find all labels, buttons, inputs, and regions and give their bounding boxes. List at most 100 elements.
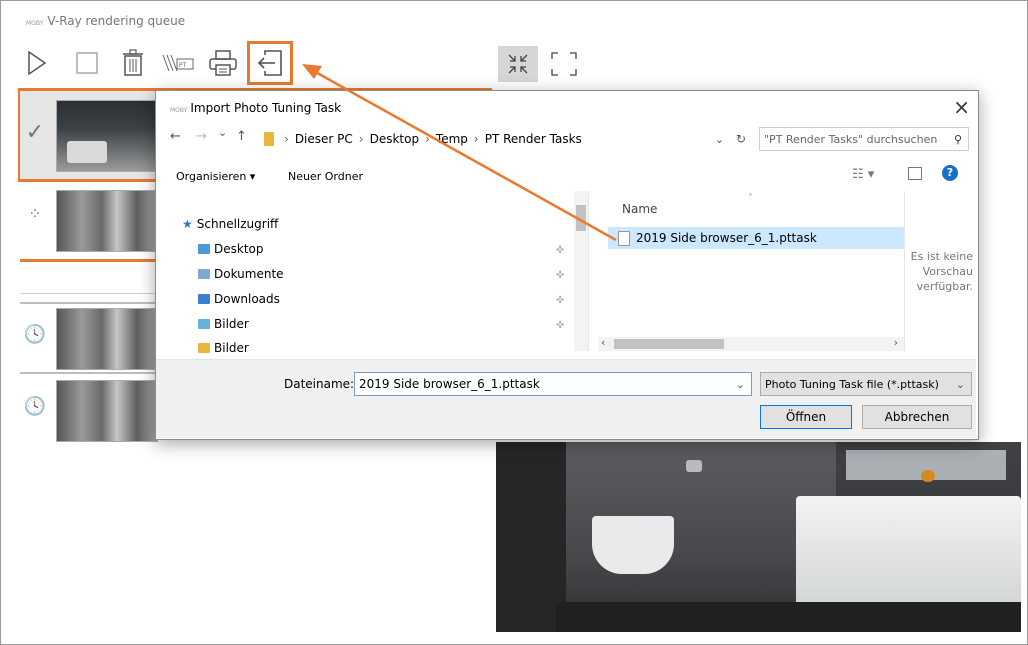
- quick-access-item[interactable]: ★ Schnellzugriff: [182, 217, 278, 231]
- breadcrumb-item[interactable]: PT Render Tasks: [485, 132, 582, 146]
- new-folder-button[interactable]: Neuer Ordner: [288, 170, 363, 183]
- nav-item-pictures[interactable]: Bilder: [198, 317, 249, 331]
- nav-item-downloads[interactable]: Downloads: [198, 292, 280, 306]
- nav-item-label: Desktop: [214, 242, 264, 256]
- address-dropdown-icon[interactable]: ⌄: [715, 133, 724, 146]
- filetype-dropdown-icon: ⌄: [955, 377, 965, 391]
- breadcrumb-separator: ›: [284, 132, 289, 146]
- clock-icon: 🕓: [23, 396, 47, 416]
- queue-thumbnail: [56, 380, 158, 442]
- up-button[interactable]: ↑: [236, 129, 247, 144]
- play-button[interactable]: [22, 46, 52, 80]
- nav-scrollbar[interactable]: [574, 191, 588, 351]
- photo-tuning-icon: PT: [162, 54, 194, 72]
- breadcrumb-item[interactable]: Dieser PC: [295, 132, 353, 146]
- dialog-title-text: Import Photo Tuning Task: [190, 101, 342, 115]
- queue-thumbnail: [56, 100, 158, 172]
- filetype-select[interactable]: Photo Tuning Task file (*.pttask) ⌄: [760, 372, 972, 396]
- fullscreen-button[interactable]: [544, 46, 584, 82]
- nav-item-label: Bilder: [214, 341, 249, 355]
- filetype-value: Photo Tuning Task file (*.pttask): [765, 377, 939, 391]
- documents-folder-icon: [198, 269, 210, 279]
- pin-icon: ✜: [556, 245, 565, 256]
- file-item[interactable]: 2019 Side browser_6_1.pttask: [608, 227, 904, 249]
- pin-icon: ✜: [556, 320, 565, 331]
- import-dialog: MOBY Import Photo Tuning Task × ← → ⌄ ↑ ›…: [155, 90, 979, 440]
- divider: [20, 293, 156, 294]
- scroll-left-icon[interactable]: ‹: [601, 336, 605, 349]
- help-icon[interactable]: ?: [942, 165, 958, 181]
- filename-dropdown-icon[interactable]: ⌄: [736, 378, 745, 391]
- folder-icon: [264, 132, 274, 146]
- forward-button[interactable]: →: [196, 129, 207, 144]
- app-title: MOBY V-Ray rendering queue: [26, 14, 185, 28]
- trash-icon: [123, 49, 143, 76]
- import-button[interactable]: [253, 46, 287, 80]
- dialog-footer: Dateiname: 2019 Side browser_6_1.pttask …: [156, 359, 976, 438]
- delete-button[interactable]: [118, 46, 148, 80]
- stop-icon: [76, 52, 98, 74]
- organize-menu[interactable]: Organisieren ▾: [176, 170, 255, 183]
- horizontal-scrollbar-thumb[interactable]: [614, 339, 724, 349]
- collapse-view-button[interactable]: [498, 46, 538, 82]
- preview-pane-icon[interactable]: [908, 167, 922, 180]
- search-input[interactable]: "PT Render Tasks" durchsuchen ⚲: [759, 127, 969, 151]
- scroll-right-icon[interactable]: ›: [894, 336, 898, 349]
- svg-text:PT: PT: [179, 62, 187, 69]
- back-button[interactable]: ←: [170, 129, 181, 144]
- open-button[interactable]: Öffnen: [760, 405, 852, 429]
- queue-thumbnail: [56, 308, 158, 370]
- collapse-icon: [508, 54, 528, 74]
- horizontal-scrollbar[interactable]: ‹ ›: [598, 336, 904, 351]
- breadcrumb-item[interactable]: Desktop: [370, 132, 420, 146]
- view-options-icon[interactable]: ☷ ▾: [852, 167, 874, 182]
- play-icon: [28, 50, 47, 76]
- address-bar[interactable]: › Dieser PC › Desktop › Temp › PT Render…: [264, 127, 754, 151]
- breadcrumb-separator: ›: [473, 132, 479, 146]
- sort-indicator-icon: ˄: [748, 193, 753, 204]
- pictures-folder-icon: [198, 319, 210, 329]
- printer-icon: [209, 50, 237, 76]
- nav-item-pictures[interactable]: Bilder: [198, 341, 249, 355]
- nav-scrollbar-thumb[interactable]: [576, 205, 586, 231]
- filename-value: 2019 Side browser_6_1.pttask: [359, 377, 540, 391]
- downloads-folder-icon: [198, 294, 210, 304]
- file-name: 2019 Side browser_6_1.pttask: [636, 231, 817, 245]
- breadcrumb-separator: ›: [358, 132, 364, 146]
- render-progress-bar: [20, 259, 156, 262]
- desktop-folder-icon: [198, 244, 210, 254]
- pin-icon: ✜: [556, 295, 565, 306]
- nav-item-label: Downloads: [214, 292, 280, 306]
- nav-item-desktop[interactable]: Desktop: [198, 242, 264, 256]
- search-placeholder: "PT Render Tasks" durchsuchen: [764, 132, 938, 146]
- refresh-icon[interactable]: ↻: [736, 132, 746, 146]
- cancel-button[interactable]: Abbrechen: [862, 405, 972, 429]
- quick-access-label: Schnellzugriff: [196, 217, 279, 231]
- fullscreen-icon: [551, 52, 577, 76]
- dialog-title: MOBY Import Photo Tuning Task: [170, 101, 341, 115]
- file-icon: [618, 230, 630, 246]
- nav-item-label: Dokumente: [214, 267, 284, 281]
- preview-pane: Es ist keine Vorschau verfügbar.: [904, 191, 977, 351]
- stop-button[interactable]: [72, 46, 102, 80]
- breadcrumb-item[interactable]: Temp: [436, 132, 468, 146]
- nav-item-documents[interactable]: Dokumente: [198, 267, 284, 281]
- queue-thumbnail: [56, 190, 158, 252]
- filename-input[interactable]: 2019 Side browser_6_1.pttask ⌄: [354, 372, 752, 396]
- no-preview-text: Es ist keine Vorschau verfügbar.: [910, 250, 973, 293]
- column-header-name[interactable]: Name: [622, 202, 657, 216]
- recent-locations-button[interactable]: ⌄: [218, 126, 227, 139]
- import-icon: [257, 50, 282, 76]
- render-preview: [496, 442, 1021, 632]
- print-button[interactable]: [206, 46, 240, 80]
- navigation-pane: ★ Schnellzugriff Desktop ✜ Dokumente ✜ Do…: [156, 191, 589, 355]
- close-button[interactable]: ×: [953, 95, 970, 119]
- app-logo: MOBY: [26, 20, 44, 27]
- photo-tuning-button[interactable]: PT: [160, 46, 196, 80]
- clock-icon: 🕓: [23, 324, 47, 344]
- done-check-icon: ✓: [25, 119, 45, 144]
- dialog-logo: MOBY: [170, 107, 188, 114]
- search-icon: ⚲: [953, 132, 962, 146]
- nav-item-label: Bilder: [214, 317, 249, 331]
- folder-icon: [198, 343, 210, 353]
